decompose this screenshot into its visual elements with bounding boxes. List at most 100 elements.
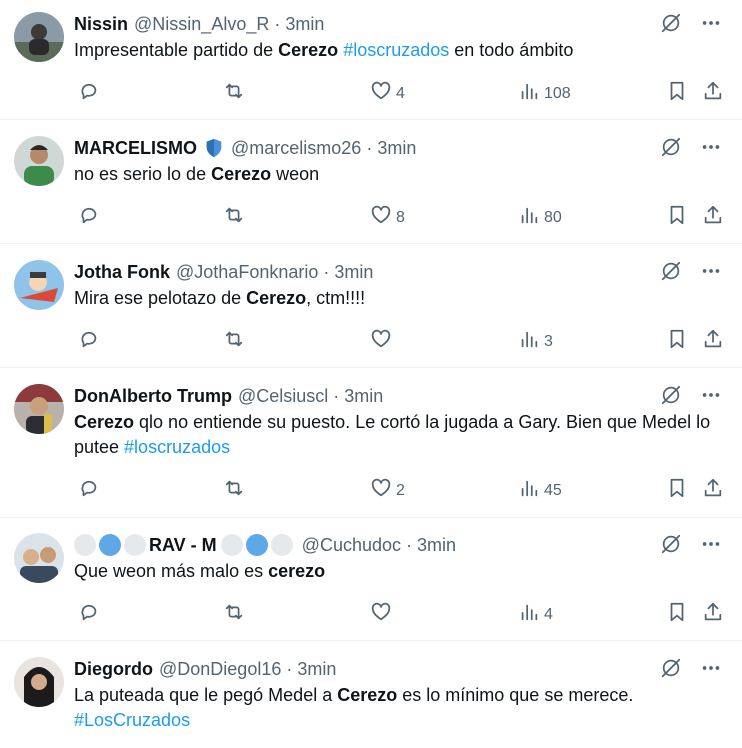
views-button[interactable]: 80 — [514, 204, 562, 231]
like-button[interactable]: 8 — [366, 204, 405, 231]
views-button[interactable]: 3 — [514, 328, 553, 355]
views-button[interactable]: 108 — [514, 80, 571, 107]
reply-button[interactable] — [74, 80, 100, 107]
author-name[interactable]: MARCELISMO — [74, 138, 197, 159]
tweet[interactable]: Nissin @Nissin_Alvo_R · 3min Impresentab… — [0, 0, 742, 120]
retweet-button[interactable] — [219, 80, 245, 107]
views-icon — [518, 601, 540, 628]
share-button[interactable] — [698, 601, 724, 628]
avatar[interactable] — [14, 657, 64, 707]
grok-icon[interactable] — [660, 533, 682, 560]
tweet[interactable]: Jotha Fonk @JothaFonknario · 3min Mira e… — [0, 248, 742, 368]
separator: · — [274, 13, 281, 34]
like-button[interactable] — [366, 328, 396, 355]
more-icon[interactable] — [700, 12, 722, 39]
author-handle[interactable]: @Cuchudoc — [302, 535, 401, 556]
hashtag-link[interactable]: #loscruzados — [124, 437, 230, 457]
like-icon — [370, 328, 392, 355]
grok-icon[interactable] — [660, 12, 682, 39]
timestamp[interactable]: 3min — [377, 138, 416, 159]
tweet[interactable]: DonAlberto Trump @Celsiuscl · 3min Cerez… — [0, 372, 742, 518]
reply-button[interactable] — [74, 477, 100, 504]
view-count: 4 — [544, 605, 553, 623]
author-handle[interactable]: @Nissin_Alvo_R — [134, 14, 269, 35]
more-icon[interactable] — [700, 136, 722, 163]
grok-icon[interactable] — [660, 260, 682, 287]
author-handle[interactable]: @DonDiegol16 — [159, 659, 281, 680]
text-span: La puteada que le pegó Medel a — [74, 685, 338, 705]
author-handle[interactable]: @Celsiuscl — [238, 386, 328, 407]
more-icon[interactable] — [700, 384, 722, 411]
bookmark-button[interactable] — [662, 204, 688, 231]
views-button[interactable]: 4 — [514, 601, 553, 628]
bookmark-button[interactable] — [662, 601, 688, 628]
like-button[interactable] — [366, 601, 396, 628]
tweet[interactable]: MARCELISMO @marcelismo26 · 3min no es se… — [0, 124, 742, 244]
emoji-circle — [220, 534, 243, 556]
retweet-button[interactable] — [219, 204, 245, 231]
avatar[interactable] — [14, 384, 64, 434]
bookmark-button[interactable] — [662, 80, 688, 107]
timestamp[interactable]: 3min — [285, 14, 324, 35]
reply-button[interactable] — [74, 328, 100, 355]
tweet[interactable]: Diegordo @DonDiegol16 · 3min La puteada … — [0, 645, 742, 748]
tweet-text: Mira ese pelotazo de Cerezo, ctm!!!! — [74, 286, 714, 311]
author-name[interactable]: Nissin — [74, 14, 128, 35]
grok-icon[interactable] — [660, 384, 682, 411]
author-handle[interactable]: @JothaFonknario — [176, 262, 318, 283]
retweet-icon — [223, 601, 245, 628]
author-name[interactable]: Diegordo — [74, 659, 153, 680]
tweet-text: Que weon más malo es cerezo — [74, 559, 714, 584]
views-icon — [518, 328, 540, 355]
separator: · — [406, 534, 412, 555]
like-count: 8 — [396, 208, 405, 226]
author-name[interactable]: Jotha Fonk — [74, 262, 170, 283]
reply-icon — [78, 477, 100, 504]
grok-icon[interactable] — [660, 136, 682, 163]
avatar[interactable] — [14, 260, 64, 310]
author-name[interactable]: DonAlberto Trump — [74, 386, 232, 407]
tweet[interactable]: RAV - M @Cuchudoc · 3min Que weon más ma… — [0, 521, 742, 641]
share-button[interactable] — [698, 204, 724, 231]
reply-button[interactable] — [74, 601, 100, 628]
text-span: no es serio lo de — [74, 164, 212, 184]
timestamp[interactable]: 3min — [417, 535, 456, 556]
highlighted-term: Cerezo — [74, 412, 135, 432]
grok-icon[interactable] — [660, 657, 682, 684]
like-button[interactable]: 2 — [366, 477, 405, 504]
author-name[interactable]: RAV - M — [149, 535, 217, 556]
emoji-circle — [74, 534, 96, 556]
reply-button[interactable] — [74, 204, 100, 231]
like-button[interactable]: 4 — [366, 80, 405, 107]
share-button[interactable] — [698, 80, 724, 107]
like-icon — [370, 477, 392, 504]
bookmark-button[interactable] — [662, 477, 688, 504]
timestamp[interactable]: 3min — [344, 386, 383, 407]
retweet-button[interactable] — [219, 477, 245, 504]
retweet-button[interactable] — [219, 328, 245, 355]
text-span: es lo mínimo que se merece. — [397, 685, 634, 705]
timestamp[interactable]: 3min — [297, 659, 336, 680]
views-button[interactable]: 45 — [514, 477, 562, 504]
avatar[interactable] — [14, 136, 64, 186]
avatar[interactable] — [14, 533, 64, 583]
more-icon[interactable] — [700, 533, 722, 560]
retweet-button[interactable] — [219, 601, 245, 628]
avatar[interactable] — [14, 12, 64, 62]
more-icon[interactable] — [700, 260, 722, 287]
hashtag-link[interactable]: #LosCruzados — [74, 710, 190, 730]
bookmark-button[interactable] — [662, 328, 688, 355]
author-handle[interactable]: @marcelismo26 — [231, 138, 361, 159]
share-button[interactable] — [698, 328, 724, 355]
separator: · — [323, 261, 330, 282]
timestamp[interactable]: 3min — [334, 262, 373, 283]
hashtag-link[interactable]: #loscruzados — [343, 40, 449, 60]
view-count: 3 — [544, 332, 553, 350]
reply-icon — [78, 80, 100, 107]
share-button[interactable] — [698, 477, 724, 504]
emoji-circle — [245, 534, 268, 556]
more-icon[interactable] — [700, 657, 722, 684]
text-span: weon — [271, 164, 320, 184]
emoji-circle — [270, 534, 293, 556]
tweet-text: Impresentable partido de Cerezo #loscruz… — [74, 38, 714, 63]
